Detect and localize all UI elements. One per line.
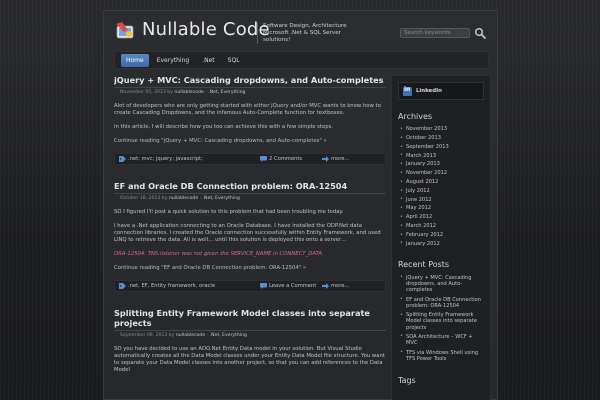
post-meta-separator: ·	[199, 196, 202, 201]
recent-post-link[interactable]: EF and Oracle DB Connection problem: ORA…	[398, 295, 484, 311]
recent-post-link[interactable]: Splitting Entity Framework Model classes…	[398, 311, 484, 333]
post-more-text[interactable]: more...	[331, 283, 349, 289]
archive-link[interactable]: January 2012	[398, 239, 484, 248]
archive-link[interactable]: August 2012	[398, 178, 484, 187]
nav-dotnet[interactable]: .Net	[197, 54, 219, 67]
post-comments[interactable]: 2 Comments	[260, 156, 302, 162]
post-meta: November 05, 2013 by nullablecode · .Net…	[120, 90, 386, 95]
post-list: jQuery + MVC: Cascading dropdowns, and A…	[114, 75, 386, 400]
archive-link[interactable]: July 2012	[398, 187, 484, 196]
archive-link[interactable]: November 2013	[398, 125, 484, 134]
post-body: SO I figured I'll post a quick solution …	[114, 209, 386, 258]
post-paragraph: SO I figured I'll post a quick solution …	[114, 209, 344, 215]
post-tags-text[interactable]: .net; mvc; jquery; javascript;	[128, 156, 203, 162]
post-more[interactable]: more...	[322, 156, 349, 162]
post-categories[interactable]: .Net, Everything	[208, 90, 245, 95]
main-nav: Home Everything .Net SQL	[114, 51, 489, 69]
comment-icon	[260, 156, 267, 162]
post-author[interactable]: nullablecode	[176, 333, 205, 338]
site-header: Nullable Code Software Design, Architect…	[104, 11, 499, 47]
post-meta-separator: ·	[206, 333, 209, 338]
recent-post-link[interactable]: TFS via Windows Shell using TFS Power To…	[398, 348, 484, 364]
archive-link[interactable]: January 2013	[398, 160, 484, 169]
post-meta: October 18, 2013 by nullablecode · .Net,…	[120, 196, 386, 201]
post-by: by	[167, 90, 173, 95]
post-footer: .net; mvc; jquery; javascript; 2 Comment…	[114, 153, 386, 165]
archives-list: November 2013 October 2013 September 201…	[398, 125, 484, 248]
linkedin-button[interactable]: LinkedIn	[398, 82, 484, 100]
archive-link[interactable]: March 2013	[398, 151, 484, 160]
post-tags: .net, EF, Entity framework, oracle	[119, 283, 215, 289]
archive-link[interactable]: February 2012	[398, 231, 484, 240]
arrow-right-icon	[322, 283, 329, 289]
post-error-text: ORA-12504: TNS:listener was not given th…	[114, 251, 322, 257]
post-paragraph: In this article, I will describe how you…	[114, 124, 334, 130]
logo-icon[interactable]	[114, 20, 136, 42]
post-paragraph: I have a .Net application connecting to …	[114, 223, 381, 243]
archive-link[interactable]: November 2012	[398, 169, 484, 178]
post-meta: September 09, 2013 by nullablecode · .Ne…	[120, 333, 386, 338]
archive-link[interactable]: October 2013	[398, 134, 484, 143]
post-title[interactable]: Splitting Entity Framework Model classes…	[114, 308, 386, 331]
nav-sql[interactable]: SQL	[223, 54, 245, 67]
post-title[interactable]: EF and Oracle DB Connection problem: ORA…	[114, 181, 386, 194]
post-tags-text[interactable]: .net, EF, Entity framework, oracle	[128, 283, 215, 289]
archive-link[interactable]: September 2013	[398, 143, 484, 152]
linkedin-icon	[403, 86, 412, 96]
post-meta-separator: ·	[205, 90, 207, 95]
post-date: September 09, 2013	[120, 333, 168, 338]
archive-link[interactable]: March 2012	[398, 222, 484, 231]
linkedin-label: LinkedIn	[416, 88, 442, 94]
post-paragraph: SO you have decided to use an ADO.Net En…	[114, 346, 385, 373]
post-comments-text[interactable]: 2 Comments	[269, 156, 302, 162]
post: EF and Oracle DB Connection problem: ORA…	[114, 181, 386, 292]
archives-title: Archives	[398, 112, 433, 121]
archive-link[interactable]: May 2012	[398, 204, 484, 213]
post-categories[interactable]: .Net, Everything	[210, 333, 247, 338]
continue-reading-link[interactable]: Continue reading "EF and Oracle DB Conne…	[114, 265, 386, 271]
search-input[interactable]	[400, 28, 470, 38]
tag-icon	[119, 156, 126, 162]
post-comments[interactable]: Leave a Comment	[260, 283, 316, 289]
post: Splitting Entity Framework Model classes…	[114, 308, 386, 374]
tags-title: Tags	[398, 375, 416, 385]
search-icon[interactable]	[474, 27, 486, 39]
arrow-right-icon	[322, 156, 329, 162]
post: jQuery + MVC: Cascading dropdowns, and A…	[114, 75, 386, 165]
recent-posts-list: jQuery + MVC: Cascading dropdowns, and A…	[398, 273, 484, 363]
sidebar: LinkedIn Archives November 2013 October …	[391, 75, 491, 400]
recent-post-link[interactable]: jQuery + MVC: Cascading dropdowns, and A…	[398, 273, 484, 295]
post-categories[interactable]: .Net, Everything	[203, 196, 240, 201]
nav-home[interactable]: Home	[121, 53, 149, 67]
post-by: by	[161, 196, 168, 201]
post-comments-text[interactable]: Leave a Comment	[269, 283, 316, 289]
post-date: November 05, 2013	[120, 90, 166, 95]
recent-post-link[interactable]: SOA Architecture – WCF + MVC	[398, 332, 484, 348]
comment-icon	[260, 283, 267, 289]
post-title[interactable]: jQuery + MVC: Cascading dropdowns, and A…	[114, 75, 386, 88]
nav-everything[interactable]: Everything	[152, 54, 194, 67]
post-date: October 18, 2013	[120, 196, 161, 201]
post-paragraph: Alot of developers who are only getting …	[114, 103, 381, 116]
page-wrapper: Nullable Code Software Design, Architect…	[103, 10, 498, 400]
post-author[interactable]: nullablecode	[174, 90, 203, 95]
continue-reading-link[interactable]: Continue reading "jQuery + MVC: Cascadin…	[114, 138, 386, 144]
tag-icon	[119, 283, 126, 289]
post-tags: .net; mvc; jquery; javascript;	[119, 156, 203, 162]
post-body: SO you have decided to use an ADO.Net En…	[114, 346, 386, 374]
post-by: by	[168, 333, 175, 338]
site-tagline: Software Design, Architecture Microsoft …	[257, 23, 367, 44]
post-footer: .net, EF, Entity framework, oracle Leave…	[114, 280, 386, 292]
archive-link[interactable]: April 2012	[398, 213, 484, 222]
post-more-text[interactable]: more...	[331, 156, 349, 162]
post-more[interactable]: more...	[322, 283, 349, 289]
recent-posts-title: Recent Posts	[398, 260, 450, 270]
site-title[interactable]: Nullable Code	[142, 19, 270, 40]
post-author[interactable]: nullablecode	[169, 196, 198, 201]
post-body: Alot of developers who are only getting …	[114, 103, 386, 131]
archive-link[interactable]: June 2012	[398, 195, 484, 204]
